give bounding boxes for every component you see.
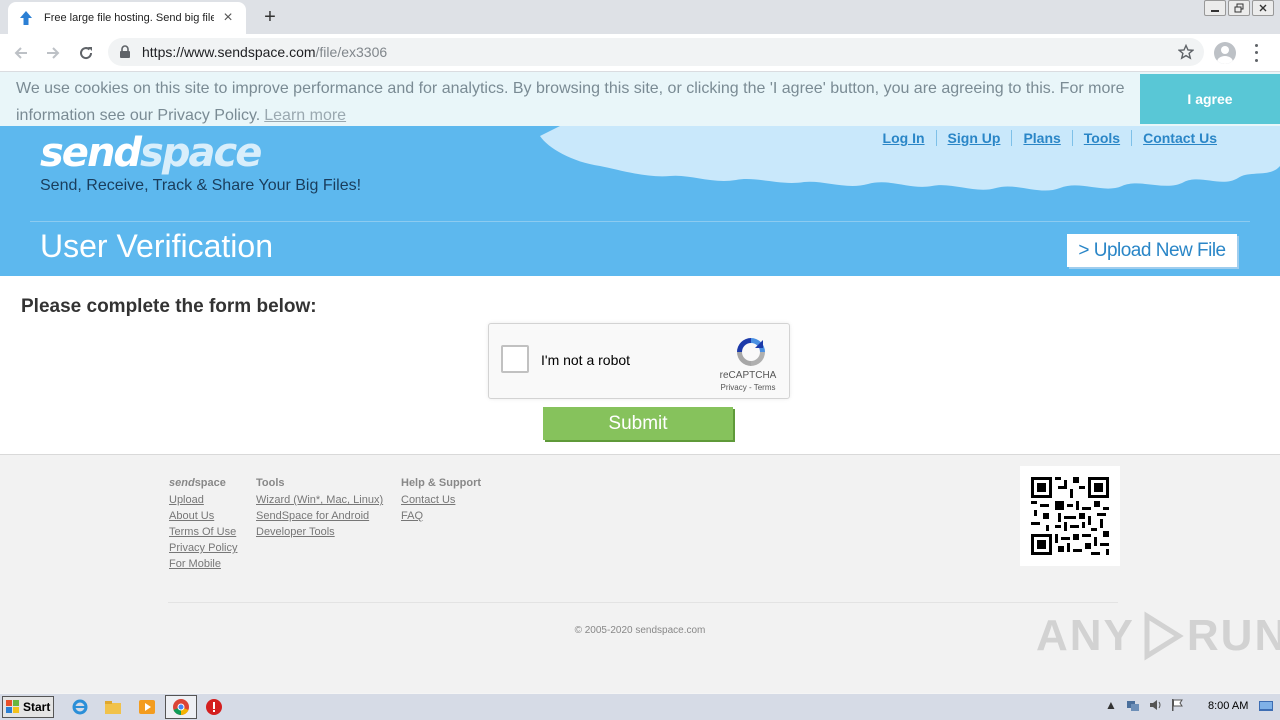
footer-link-privacy[interactable]: Privacy Policy — [169, 540, 237, 556]
cookie-banner: We use cookies on this site to improve p… — [0, 72, 1280, 126]
nav-plans[interactable]: Plans — [1011, 130, 1071, 146]
recaptcha-label: I'm not a robot — [541, 352, 631, 368]
taskbar-clock[interactable]: 8:00 AM — [1208, 700, 1248, 712]
address-bar[interactable]: https://www.sendspace.com/file/ex3306 — [108, 38, 1204, 66]
site-header: sendspace Send, Receive, Track & Share Y… — [0, 126, 1280, 276]
system-tray: ▲ — [1103, 697, 1185, 713]
window-controls — [1204, 0, 1274, 16]
action-center-flag-icon[interactable] — [1169, 697, 1185, 713]
footer-col-tools: Tools Wizard (Win*, Mac, Linux) SendSpac… — [256, 477, 383, 540]
back-arrow-icon[interactable] — [10, 42, 32, 64]
play-icon — [1144, 611, 1184, 661]
url-text: https://www.sendspace.com/file/ex3306 — [142, 44, 388, 60]
bookmark-star-icon[interactable] — [1178, 44, 1194, 60]
browser-menu-icon[interactable] — [1252, 42, 1260, 64]
recaptcha-logo-icon — [737, 338, 765, 366]
windows-taskbar: Start ▲ 8:00 AM — [0, 693, 1280, 720]
new-tab-icon[interactable]: + — [258, 6, 282, 28]
top-nav: Log In Sign Up Plans Tools Contact Us — [872, 130, 1228, 146]
windows-flag-icon — [6, 700, 19, 713]
start-button[interactable]: Start — [2, 696, 54, 718]
recaptcha-checkbox[interactable] — [501, 345, 529, 373]
media-player-icon[interactable] — [137, 697, 157, 717]
nav-log-in[interactable]: Log In — [872, 130, 936, 146]
forward-arrow-icon[interactable] — [42, 42, 64, 64]
upload-new-file-button[interactable]: > Upload New File — [1067, 234, 1237, 267]
tray-expand-icon[interactable]: ▲ — [1103, 697, 1119, 713]
footer-link-contact-us[interactable]: Contact Us — [401, 492, 481, 508]
browser-toolbar: https://www.sendspace.com/file/ex3306 — [0, 34, 1280, 72]
recaptcha-privacy-terms[interactable]: Privacy - Terms — [713, 383, 783, 392]
site-footer: sendspace Upload About Us Terms Of Use P… — [0, 454, 1280, 693]
footer-col-sendspace: sendspace Upload About Us Terms Of Use P… — [169, 477, 237, 572]
footer-link-upload[interactable]: Upload — [169, 492, 237, 508]
submit-button[interactable]: Submit — [543, 407, 733, 440]
internet-explorer-icon[interactable] — [70, 697, 90, 717]
sendspace-favicon-icon — [20, 11, 32, 25]
browser-tab[interactable]: Free large file hosting. Send big files … — [8, 2, 246, 34]
show-desktop-icon[interactable] — [1258, 698, 1274, 714]
tagline: Send, Receive, Track & Share Your Big Fi… — [40, 177, 362, 194]
header-divider — [30, 221, 1250, 222]
stop-warning-icon[interactable] — [204, 697, 224, 717]
browser-tabstrip: Free large file hosting. Send big files … — [0, 0, 1280, 34]
sendspace-logo[interactable]: sendspace — [40, 130, 262, 176]
network-icon[interactable] — [1125, 697, 1141, 713]
footer-link-wizard[interactable]: Wizard (Win*, Mac, Linux) — [256, 492, 383, 508]
form-heading: Please complete the form below: — [21, 296, 317, 317]
footer-link-about-us[interactable]: About Us — [169, 508, 237, 524]
footer-link-faq[interactable]: FAQ — [401, 508, 481, 524]
file-explorer-icon[interactable] — [103, 697, 123, 717]
nav-tools[interactable]: Tools — [1071, 130, 1131, 146]
footer-col-help: Help & Support Contact Us FAQ — [401, 477, 481, 524]
nav-sign-up[interactable]: Sign Up — [935, 130, 1012, 146]
learn-more-link[interactable]: Learn more — [264, 107, 346, 124]
recaptcha-widget: I'm not a robot reCAPTCHA Privacy - Term… — [488, 323, 790, 399]
close-window-icon[interactable] — [1252, 0, 1274, 16]
cookie-message: We use cookies on this site to improve p… — [16, 80, 1125, 124]
restore-icon[interactable] — [1228, 0, 1250, 16]
minimize-icon[interactable] — [1204, 0, 1226, 16]
footer-link-mobile[interactable]: For Mobile — [169, 556, 237, 572]
footer-link-android[interactable]: SendSpace for Android — [256, 508, 383, 524]
tab-title: Free large file hosting. Send big files — [44, 12, 214, 24]
page-title: User Verification — [40, 228, 273, 264]
reload-icon[interactable] — [75, 42, 97, 64]
chrome-icon[interactable] — [171, 697, 191, 717]
tab-close-icon[interactable]: × — [220, 10, 236, 26]
agree-button[interactable]: I agree — [1140, 74, 1280, 124]
recaptcha-brand: reCAPTCHA — [719, 370, 777, 381]
profile-avatar-icon[interactable] — [1214, 42, 1236, 64]
anyrun-watermark: ANY RUN — [1036, 611, 1280, 661]
footer-link-developer-tools[interactable]: Developer Tools — [256, 524, 383, 540]
nav-contact-us[interactable]: Contact Us — [1131, 130, 1228, 146]
volume-icon[interactable] — [1147, 697, 1163, 713]
footer-col-heading: sendspace — [169, 477, 226, 489]
footer-col-heading: Tools — [256, 477, 285, 489]
lock-icon — [120, 45, 130, 58]
footer-col-heading: Help & Support — [401, 477, 482, 489]
footer-divider — [168, 602, 1118, 603]
footer-link-terms[interactable]: Terms Of Use — [169, 524, 237, 540]
qr-code-icon — [1020, 466, 1120, 566]
